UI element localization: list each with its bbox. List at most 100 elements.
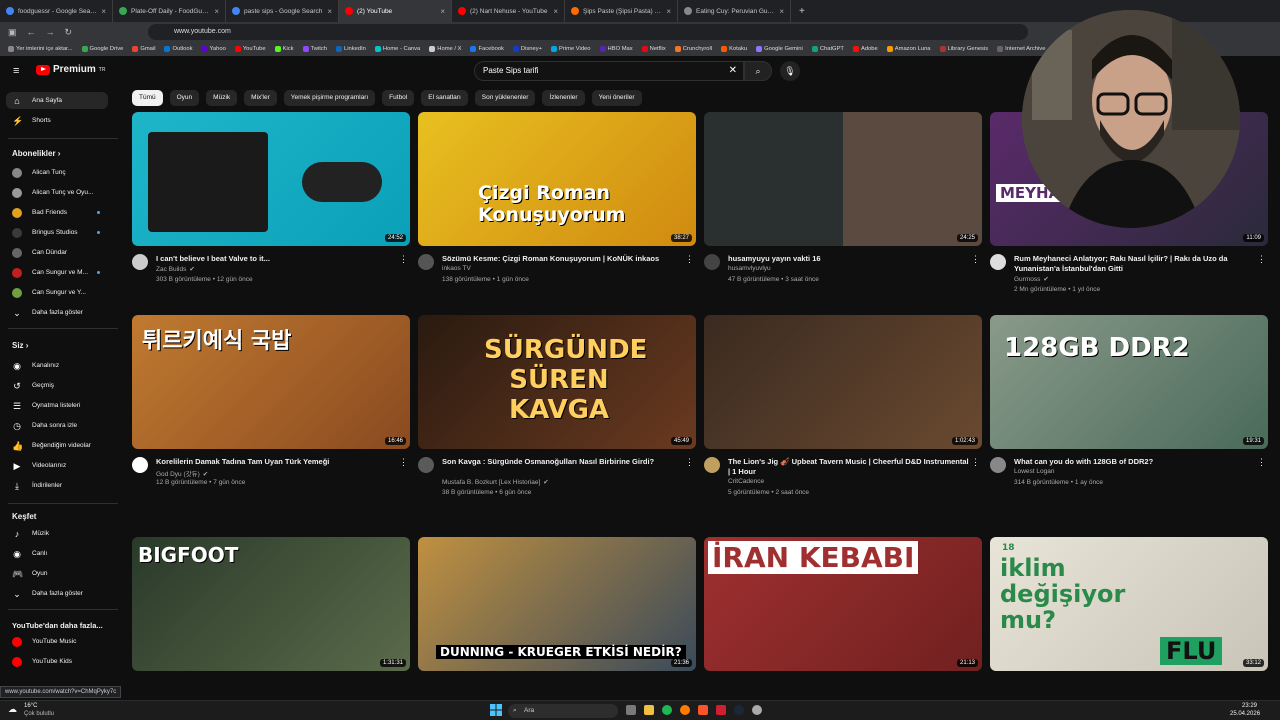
video-card[interactable]: 1:02:43 The Lion's Jig 🎻 Upbeat Tavern Mu… bbox=[704, 315, 982, 499]
video-thumbnail[interactable]: SÜRGÜNDE SÜREN KAVGA 45:49 bbox=[418, 315, 696, 449]
filter-chip[interactable]: Yemek pişirme programları bbox=[283, 90, 376, 106]
bookmark-item[interactable]: Netflix bbox=[641, 46, 666, 52]
more-options-icon[interactable]: ⋮ bbox=[971, 457, 980, 468]
video-thumbnail[interactable]: 128GB DDR2 19:31 bbox=[990, 315, 1268, 449]
bookmark-item[interactable]: Library Genesis bbox=[939, 46, 988, 52]
sidebar-item-shorts[interactable]: ⚡ Shorts bbox=[6, 112, 108, 129]
search-button[interactable]: ⌕ bbox=[744, 61, 772, 81]
filter-chip[interactable]: Müzik bbox=[206, 90, 238, 106]
channel-avatar[interactable] bbox=[418, 254, 434, 270]
tab-close-icon[interactable]: × bbox=[101, 7, 106, 16]
you-header[interactable]: Siz › bbox=[12, 341, 28, 350]
sidebar-subscription[interactable]: Can Sungur ve M... bbox=[6, 264, 108, 281]
video-card[interactable]: Çizgi Roman Konuşuyorum 38:27 Sözümü Kesme… bbox=[418, 112, 696, 296]
bookmark-item[interactable]: HBO Max bbox=[599, 46, 633, 52]
youtube-logo[interactable]: Premium TR bbox=[36, 64, 105, 75]
more-options-icon[interactable]: ⋮ bbox=[685, 254, 694, 265]
video-card[interactable]: SÜRGÜNDE SÜREN KAVGA 45:49 Son Kavga : Sür… bbox=[418, 315, 696, 499]
sidebar-subscription[interactable]: Alican Tunç bbox=[6, 164, 108, 181]
back-icon[interactable]: ← bbox=[27, 27, 36, 37]
reload-icon[interactable]: ↻ bbox=[65, 27, 73, 38]
bookmark-item[interactable]: ChatGPT bbox=[811, 46, 844, 52]
video-card[interactable]: İRAN KEBABI 21:13 bbox=[704, 537, 982, 671]
filter-chip[interactable]: Mix'ler bbox=[244, 90, 277, 106]
video-thumbnail[interactable]: BIGFOOT 1:31:31 bbox=[132, 537, 410, 671]
bookmark-item[interactable]: YouTube bbox=[234, 46, 266, 52]
app-icon[interactable] bbox=[716, 705, 726, 715]
weather-icon[interactable]: ☁ bbox=[8, 704, 17, 715]
channel-avatar[interactable] bbox=[990, 254, 1006, 270]
file-explorer-icon[interactable] bbox=[644, 705, 654, 715]
settings-icon[interactable] bbox=[752, 705, 762, 715]
channel-avatar[interactable] bbox=[132, 457, 148, 473]
channel-name[interactable]: Gurmoss ✔ bbox=[1014, 275, 1049, 283]
filter-chip[interactable]: İzlenenler bbox=[542, 90, 585, 106]
video-thumbnail[interactable]: 24:52 bbox=[132, 112, 410, 246]
firefox-icon[interactable] bbox=[680, 705, 690, 715]
video-thumbnail[interactable]: 튀르키예식 국밥 16:46 bbox=[132, 315, 410, 449]
bookmark-item[interactable]: Crunchyroll bbox=[674, 46, 712, 52]
bookmark-item[interactable]: Yahoo bbox=[201, 46, 226, 52]
tab-close-icon[interactable]: × bbox=[214, 7, 219, 16]
bookmark-item[interactable]: Google Gemini bbox=[756, 46, 803, 52]
more-options-icon[interactable]: ⋮ bbox=[1257, 457, 1266, 468]
bookmark-item[interactable]: Kick bbox=[274, 46, 294, 52]
tab-close-icon[interactable]: × bbox=[779, 7, 784, 16]
video-card[interactable]: 24:25 husamyuyu yayın vakti 16 husamvlyuvl… bbox=[704, 112, 982, 296]
channel-avatar[interactable] bbox=[418, 457, 434, 473]
sidebar-item-you[interactable]: ⤓ İndirilenler bbox=[6, 477, 108, 494]
bookmark-item[interactable]: Yer imlerini içe aktar... bbox=[8, 46, 73, 52]
video-title[interactable]: What can you do with 128GB of DDR2? bbox=[1014, 457, 1258, 467]
video-title[interactable]: husamyuyu yayın vakti 16 bbox=[728, 254, 972, 264]
sidebar-explore-more[interactable]: ⌄ Daha fazla göster bbox=[6, 585, 108, 602]
browser-tab[interactable]: Eating Cuy: Peruvian Guinea Pig × bbox=[678, 0, 791, 22]
search-input[interactable]: Paste Sips tarifi ✕ bbox=[474, 61, 744, 81]
video-thumbnail[interactable]: 24:25 bbox=[704, 112, 982, 246]
new-tab-icon[interactable]: + bbox=[791, 6, 813, 17]
sidebar-item-explore[interactable]: ♪ Müzik bbox=[6, 525, 108, 542]
sidebar-subscription[interactable]: Can Sungur ve Y... bbox=[6, 284, 108, 301]
windows-start-icon[interactable] bbox=[490, 704, 502, 716]
bookmark-item[interactable]: Google Drive bbox=[81, 46, 123, 52]
channel-name[interactable]: Zac Builds ✔ bbox=[156, 265, 195, 273]
bookmark-item[interactable]: Facebook bbox=[470, 46, 504, 52]
video-title[interactable]: I can't believe I beat Valve to it... bbox=[156, 254, 400, 264]
video-title[interactable]: Sözümü Kesme: Çizgi Roman Konuşuyorum | … bbox=[442, 254, 686, 264]
filter-chip[interactable]: Yeni öneriler bbox=[591, 90, 642, 106]
sidebar-subscription[interactable]: Bad Friends bbox=[6, 204, 108, 221]
bookmark-item[interactable]: Internet Archive bbox=[997, 46, 1045, 52]
filter-chip[interactable]: Son yüklenenler bbox=[474, 90, 536, 106]
more-options-icon[interactable]: ⋮ bbox=[685, 457, 694, 468]
sidebar-item-explore[interactable]: 🎮 Oyun bbox=[6, 565, 108, 582]
video-card[interactable]: BIGFOOT 1:31:31 bbox=[132, 537, 410, 671]
video-card[interactable]: 튀르키예식 국밥 16:46 Korelilerin Damak Tadına Ta… bbox=[132, 315, 410, 499]
filter-chip[interactable]: El sanatları bbox=[421, 90, 468, 106]
browser-tab[interactable]: foodguessr - Google Search × bbox=[0, 0, 113, 22]
browser-tab[interactable]: paste sips - Google Search × bbox=[226, 0, 339, 22]
bookmark-item[interactable]: Amazon Luna bbox=[886, 46, 931, 52]
tab-close-icon[interactable]: × bbox=[440, 7, 445, 16]
channel-avatar[interactable] bbox=[704, 254, 720, 270]
sidebar-item-more[interactable]: YouTube Music bbox=[6, 633, 108, 650]
channel-name[interactable]: husamvlyuvlyu bbox=[728, 265, 771, 272]
sidebar-item-home[interactable]: ⌂ Ana Sayfa bbox=[6, 92, 108, 109]
sidebar-item-you[interactable]: ↺ Geçmiş bbox=[6, 377, 108, 394]
video-thumbnail[interactable]: İRAN KEBABI 21:13 bbox=[704, 537, 982, 671]
task-view-icon[interactable] bbox=[626, 705, 636, 715]
channel-name[interactable]: inkaos TV bbox=[442, 265, 471, 272]
clear-search-icon[interactable]: ✕ bbox=[729, 62, 737, 80]
video-title[interactable]: Son Kavga : Sürgünde Osmanoğulları Nasıl… bbox=[442, 457, 686, 467]
video-card[interactable]: 24:52 I can't believe I beat Valve to it.… bbox=[132, 112, 410, 296]
sidebar-item-you[interactable]: 👍 Beğendiğim videolar bbox=[6, 437, 108, 454]
video-thumbnail[interactable]: Çizgi Roman Konuşuyorum 38:27 bbox=[418, 112, 696, 246]
bookmark-item[interactable]: Home / X bbox=[429, 46, 461, 52]
video-thumbnail[interactable]: 1:02:43 bbox=[704, 315, 982, 449]
video-title[interactable]: Korelilerin Damak Tadına Tam Uyan Türk Y… bbox=[156, 457, 400, 467]
channel-name[interactable]: Lowest Logan bbox=[1014, 468, 1054, 475]
brave-icon[interactable] bbox=[698, 705, 708, 715]
sidebar-item-you[interactable]: ◷ Daha sonra izle bbox=[6, 417, 108, 434]
tab-close-icon[interactable]: × bbox=[553, 7, 558, 16]
video-card[interactable]: iklim değişiyor mu? 18 FLU 33:12 bbox=[990, 537, 1268, 671]
taskbar-search[interactable]: ⌕ Ara bbox=[508, 704, 618, 718]
bookmark-item[interactable]: LinkedIn bbox=[335, 46, 366, 52]
